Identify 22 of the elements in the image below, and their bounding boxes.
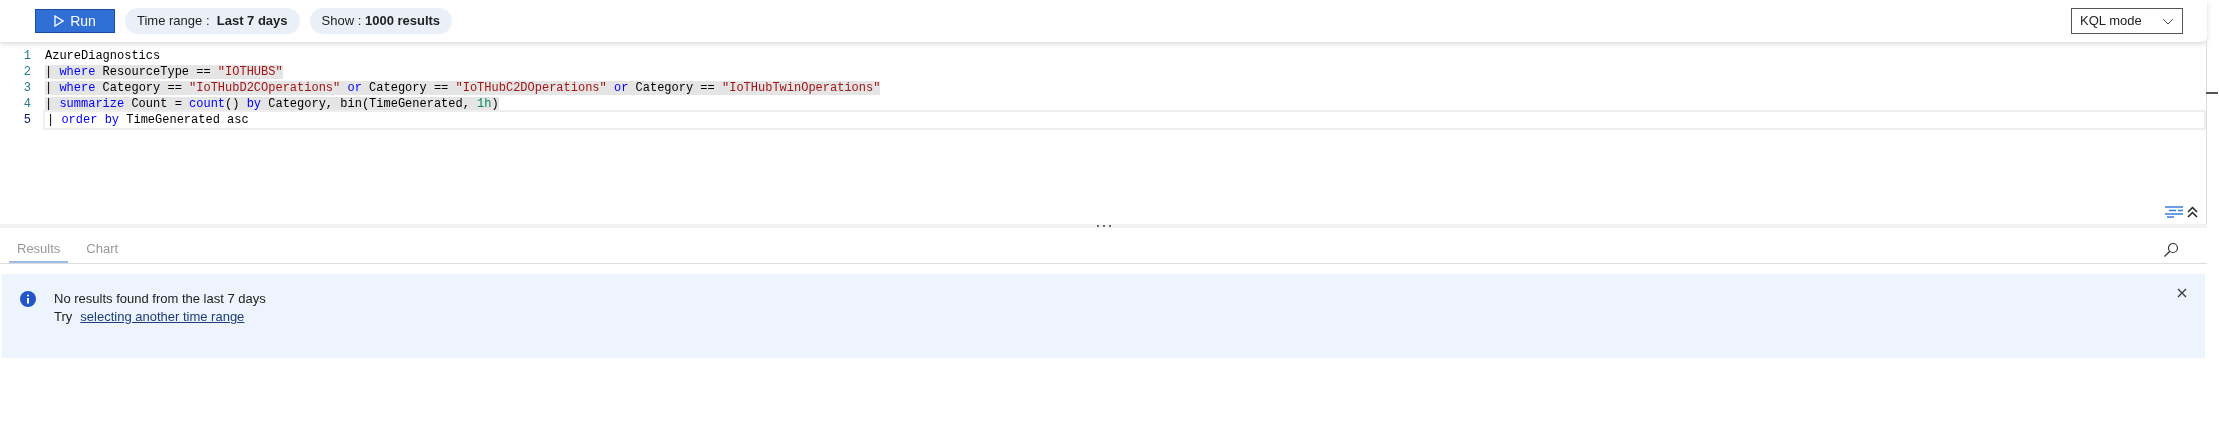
show-results-button[interactable]: Show : 1000 results	[309, 8, 453, 34]
line-number: 5	[22, 112, 31, 128]
info-icon	[20, 291, 36, 307]
format-icon[interactable]	[2165, 206, 2183, 218]
code-line: | order by TimeGenerated asc	[47, 113, 249, 127]
line-number: 3	[22, 80, 31, 96]
code-line: AzureDiagnostics	[45, 49, 161, 63]
close-icon[interactable]	[2177, 288, 2187, 298]
run-button[interactable]: Run	[35, 9, 115, 33]
double-chevron-up-icon[interactable]	[2187, 206, 2198, 218]
play-icon	[54, 15, 65, 27]
line-number: 4	[22, 96, 31, 112]
line-number: 2	[22, 64, 31, 80]
time-range-link[interactable]: selecting another time range	[80, 308, 245, 326]
mode-dropdown[interactable]: KQL mode	[2071, 8, 2183, 34]
line-number: 1	[22, 48, 31, 64]
time-range-button[interactable]: Time range : Last 7 days	[125, 8, 300, 34]
search-icon[interactable]	[2163, 241, 2179, 258]
scroll-marker	[2206, 92, 2218, 94]
message-title: No results found from the last 7 days	[54, 290, 266, 308]
message-prefix: Try	[54, 308, 73, 326]
chevron-down-icon	[2162, 17, 2174, 25]
